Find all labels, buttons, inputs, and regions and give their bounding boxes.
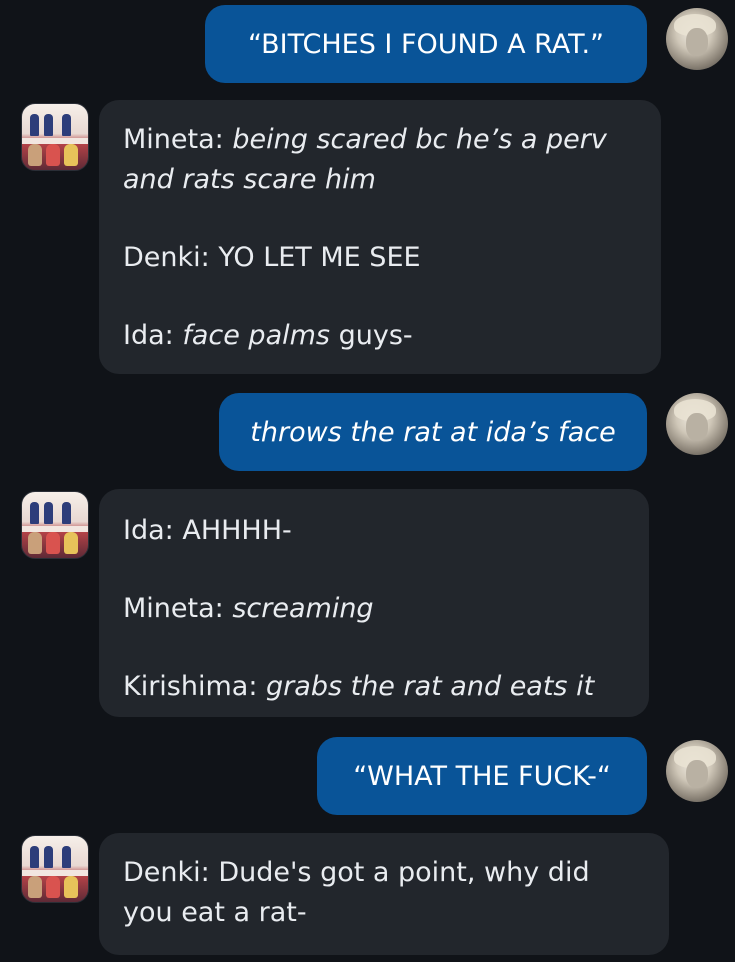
user-message-text: “WHAT THE FUCK-“: [353, 760, 611, 792]
bot-message-line: Ida: face palms guys-: [123, 316, 637, 356]
speaker-name: Denki:: [123, 242, 210, 273]
dialogue-text: YO LET ME SEE: [218, 242, 421, 273]
character-group-avatar-icon[interactable]: [21, 103, 89, 171]
speaker-name: Mineta:: [123, 124, 224, 155]
bot-message-bubble[interactable]: Ida: AHHHH- Mineta: screaming Kirishima:…: [99, 489, 649, 717]
user-avatar-icon[interactable]: [666, 740, 728, 802]
speaker-name: Denki:: [123, 857, 210, 888]
dialogue-text: AHHHH-: [182, 515, 292, 546]
bot-message-line: Denki: YO LET ME SEE: [123, 238, 637, 278]
bot-message-line: Ida: AHHHH-: [123, 511, 625, 551]
bot-message-line: Mineta: screaming: [123, 589, 625, 629]
bot-message-line: Kirishima: grabs the rat and eats it: [123, 667, 625, 707]
user-message-bubble[interactable]: “WHAT THE FUCK-“: [317, 737, 647, 815]
bot-message-line: Mineta: being scared bc he’s a perv and …: [123, 120, 637, 200]
speaker-name: Ida:: [123, 320, 174, 351]
bot-message-bubble[interactable]: Denki: Dude's got a point, why did you e…: [99, 833, 669, 955]
user-message-text: throws the rat at ida’s face: [250, 416, 616, 448]
bot-message-bubble[interactable]: Mineta: being scared bc he’s a perv and …: [99, 100, 661, 374]
character-group-avatar-icon[interactable]: [21, 491, 89, 559]
speaker-name: Kirishima:: [123, 671, 258, 702]
user-message-bubble[interactable]: throws the rat at ida’s face: [219, 393, 647, 471]
user-message-text: “BITCHES I FOUND A RAT.”: [247, 28, 605, 60]
character-group-avatar-icon[interactable]: [21, 835, 89, 903]
action-text: face palms: [182, 320, 330, 351]
user-avatar-icon[interactable]: [666, 393, 728, 455]
speaker-name: Mineta:: [123, 593, 224, 624]
user-message-bubble[interactable]: “BITCHES I FOUND A RAT.”: [205, 5, 647, 83]
user-avatar-icon[interactable]: [666, 8, 728, 70]
action-text: screaming: [232, 593, 374, 624]
speaker-name: Ida:: [123, 515, 174, 546]
bot-message-line: Denki: Dude's got a point, why did you e…: [123, 853, 629, 933]
action-text: grabs the rat and eats it: [266, 671, 595, 702]
dialogue-text: guys-: [338, 320, 413, 351]
